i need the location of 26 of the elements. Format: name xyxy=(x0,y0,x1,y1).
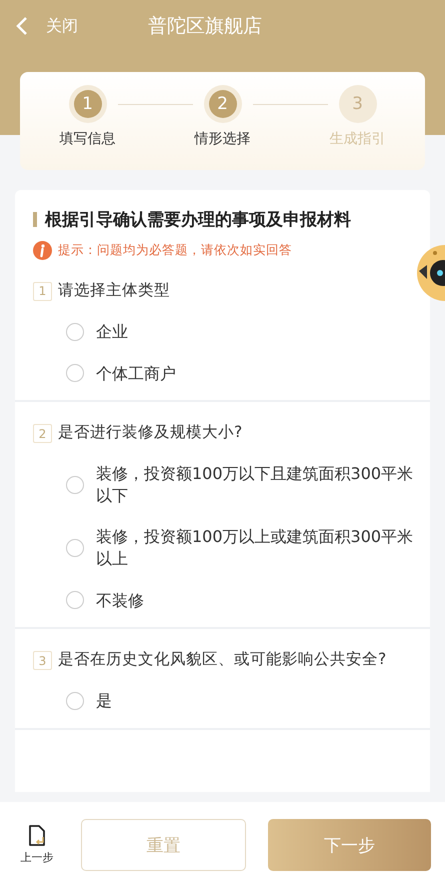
document-return-icon xyxy=(28,825,46,847)
step-number: 1 xyxy=(74,90,102,118)
question-number: 3 xyxy=(33,651,52,670)
question-text: 请选择主体类型 xyxy=(58,280,170,301)
back-icon xyxy=(16,16,28,36)
page-title: 普陀区旗舰店 xyxy=(148,14,262,39)
step-label: 情形选择 xyxy=(194,130,250,148)
radio-option[interactable]: 不装修 xyxy=(66,590,144,612)
step-label: 生成指引 xyxy=(330,130,386,148)
question-number: 2 xyxy=(33,424,52,444)
question-text: 是否在历史文化风貌区、或可能影响公共安全? xyxy=(58,649,386,670)
section-heading: 根据引导确认需要办理的事项及申报材料 xyxy=(45,209,351,231)
tip-text: 提示：问题均为必答题，请依次如实回答 xyxy=(58,242,292,259)
radio-option[interactable]: 装修，投资额100万以上或建筑面积300平米以上 xyxy=(66,526,414,570)
question-text: 是否进行装修及规模大小? xyxy=(58,422,242,444)
info-icon xyxy=(33,241,52,260)
robot-icon[interactable] xyxy=(415,245,445,301)
radio-option[interactable]: 装修，投资额100万以下且建筑面积300平米以下 xyxy=(66,463,414,506)
radio-option[interactable]: 是 xyxy=(66,690,112,712)
step-label: 填写信息 xyxy=(60,130,116,148)
step-number: 3 xyxy=(344,90,372,118)
previous-button[interactable]: 上一步 xyxy=(15,825,59,865)
question-number: 1 xyxy=(33,282,52,301)
radio-option[interactable]: 个体工商户 xyxy=(66,362,176,384)
radio-option[interactable]: 企业 xyxy=(66,321,128,343)
step-number: 2 xyxy=(208,90,236,118)
